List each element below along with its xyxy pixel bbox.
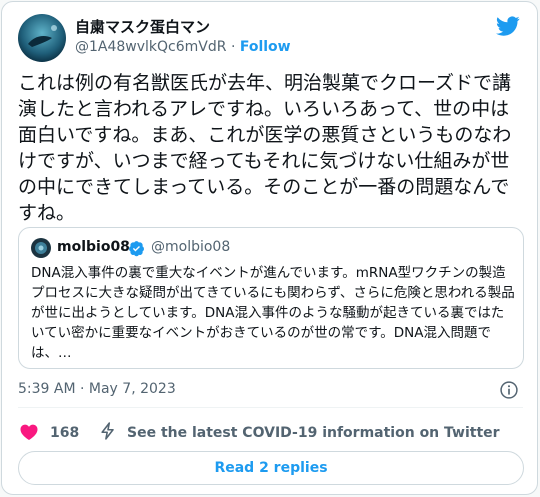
tweet-timestamp[interactable]: 5:39 AM · May 7, 2023 (18, 381, 176, 397)
info-icon[interactable] (499, 380, 519, 400)
tweet-embed-card: 自粛マスク蛋白マン @1A48wvlkQc6mVdR · Follow これは例… (1, 1, 538, 495)
author-handle[interactable]: @1A48wvlkQc6mVdR (75, 39, 226, 55)
author-avatar[interactable] (18, 14, 66, 62)
quoted-tweet-text: DNA混入事件の裏で重大なイベントが進んでいます。mRNA型ワクチンの製造プロセ… (31, 265, 515, 361)
read-replies-button[interactable]: Read 2 replies (18, 451, 524, 485)
action-divider (18, 407, 523, 408)
author-handle-row: @1A48wvlkQc6mVdR · Follow (75, 39, 291, 55)
twitter-bird-icon[interactable] (495, 14, 521, 38)
quoted-tweet[interactable]: molbio08 @molbio08 DNA混入事件の裏で重大なイベントが進んで… (18, 227, 524, 369)
quoted-author-handle: @molbio08 (151, 239, 231, 255)
like-count[interactable]: 168 (50, 425, 79, 441)
quoted-author-avatar (31, 238, 51, 258)
heart-icon[interactable] (19, 422, 39, 442)
covid-info-link[interactable]: See the latest COVID-19 information on T… (127, 425, 500, 441)
quoted-author-name: molbio08 (57, 239, 130, 255)
lightning-bolt-icon (101, 422, 114, 440)
author-name[interactable]: 自粛マスク蛋白マン (75, 16, 210, 37)
handle-separator: · (230, 39, 236, 55)
follow-link[interactable]: Follow (240, 39, 291, 55)
tweet-text: これは例の有名獣医氏が去年、明治製菓でクローズドで講演したと言われるアレですね。… (18, 72, 512, 224)
verified-badge-icon (129, 241, 145, 257)
